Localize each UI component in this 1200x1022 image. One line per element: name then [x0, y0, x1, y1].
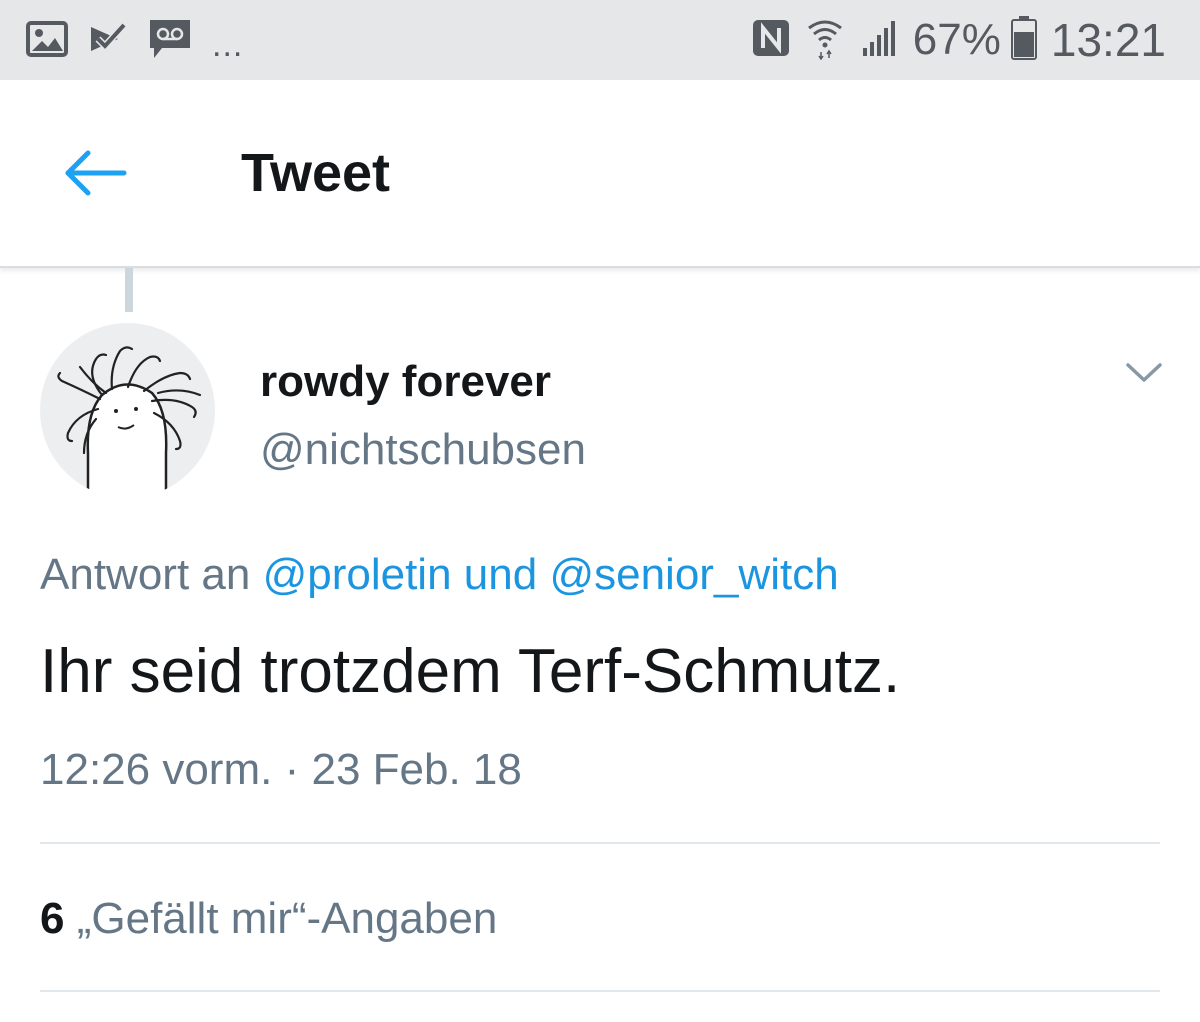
divider [40, 842, 1160, 844]
reply-mention-proletin[interactable]: @proletin [263, 550, 452, 599]
reply-and[interactable]: und [464, 550, 537, 599]
reply-prefix: Antwort an [40, 550, 251, 599]
task-check-icon [88, 21, 128, 62]
reply-context: Antwort an @proletin und @senior_witch [40, 550, 839, 600]
likes-label: „Gefällt mir“-Angaben [76, 894, 498, 943]
reply-mention-senior-witch[interactable]: @senior_witch [549, 550, 838, 599]
wifi-icon [805, 16, 845, 65]
thread-connector [125, 268, 133, 312]
battery-icon [1010, 15, 1037, 65]
tweet-date: 23 Feb. 18 [311, 745, 522, 794]
tweet-time: 12:26 vorm. [40, 745, 273, 794]
status-bar-notifications: ... [26, 18, 243, 65]
tweet-timestamp[interactable]: 12:26 vorm. · 23 Feb. 18 [40, 745, 522, 795]
likes-count: 6 [40, 894, 65, 943]
back-button[interactable] [60, 148, 130, 198]
voicemail-icon [148, 18, 192, 65]
medusa-doodle-icon [57, 346, 202, 498]
nfc-icon [751, 18, 791, 63]
status-clock: 13:21 [1050, 14, 1166, 66]
divider [40, 990, 1160, 992]
avatar[interactable] [40, 323, 215, 498]
likes-stat[interactable]: 6 „Gefällt mir“-Angaben [40, 894, 497, 944]
signal-icon [859, 18, 899, 63]
tweet-text: Ihr seid trotzdem Terf-Schmutz. [40, 637, 901, 706]
back-arrow-icon [65, 150, 127, 196]
more-notifications: ... [212, 25, 244, 64]
tweet-menu-button[interactable] [1124, 360, 1164, 386]
timestamp-separator: · [284, 745, 300, 794]
display-name[interactable]: rowdy forever [260, 357, 551, 407]
app-header: Tweet [0, 80, 1200, 268]
status-bar: ... 67% 13:21 [0, 0, 1200, 80]
status-bar-system: 67% 13:21 [751, 12, 1166, 68]
user-handle[interactable]: @nichtschubsen [260, 425, 586, 475]
page-title: Tweet [241, 143, 391, 203]
chevron-down-icon [1126, 363, 1162, 382]
gallery-icon [26, 21, 68, 62]
battery-percent: 67% [912, 15, 1001, 64]
